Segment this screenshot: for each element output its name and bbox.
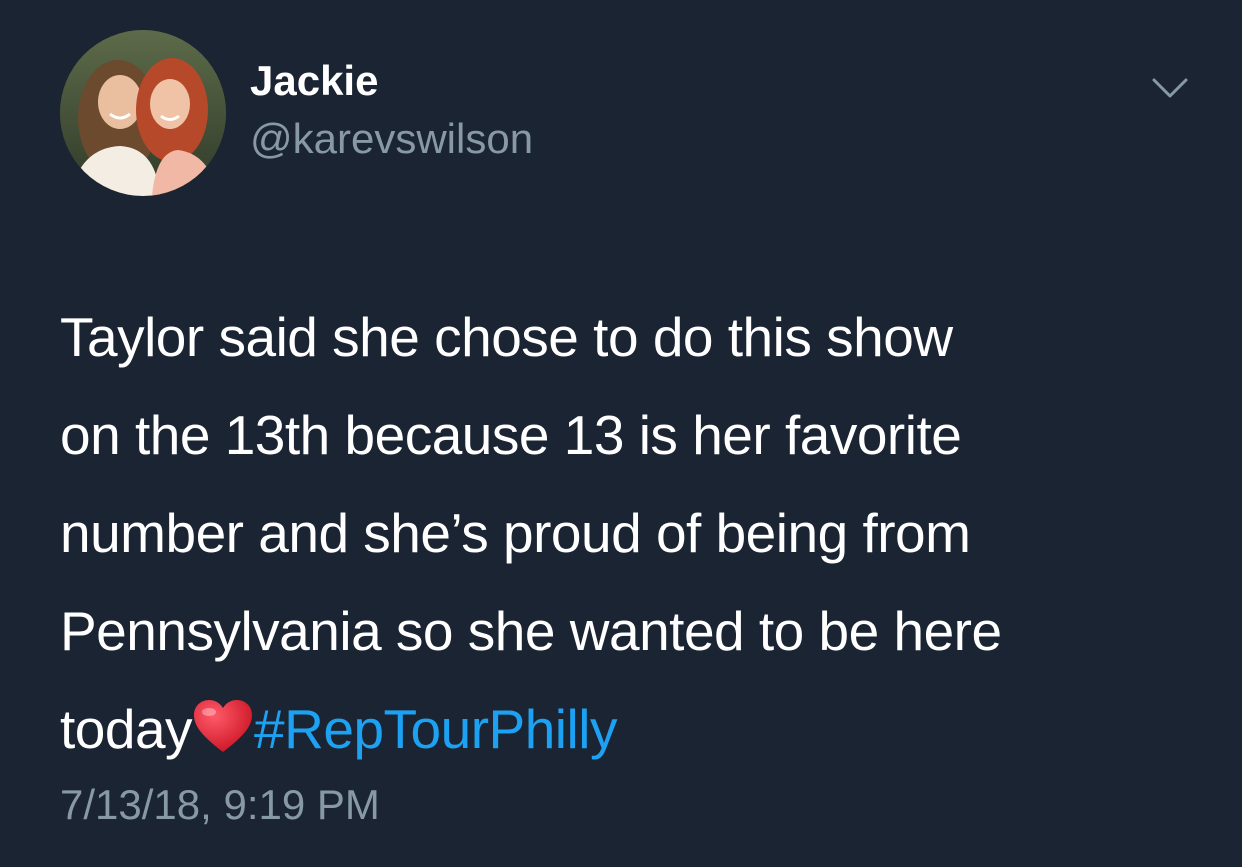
tweet-text-fragment: today [60,698,193,760]
avatar[interactable] [60,30,226,196]
tweet-text-line: Pennsylvania so she wanted to be here [60,600,1002,662]
tweet-text-line: on the 13th because 13 is her favorite [60,404,962,466]
more-options-button[interactable] [1150,74,1190,102]
tweet-text-last-line: today #RepTourPhilly [60,680,1210,778]
user-handle[interactable]: @karevswilson [250,114,533,164]
tweet-timestamp[interactable]: 7/13/18, 9:19 PM [60,780,380,830]
heart-emoji-icon [194,700,253,752]
chevron-down-icon [1152,78,1188,98]
tweet-text: Taylor said she chose to do this show on… [60,288,1210,778]
display-name[interactable]: Jackie [250,56,378,106]
tweet-text-line: number and she’s proud of being from [60,502,971,564]
hashtag-link[interactable]: #RepTourPhilly [254,698,617,760]
tweet-card: Jackie @karevswilson Taylor said she cho… [0,0,1242,867]
profile-photo-icon [60,30,226,196]
tweet-text-line: Taylor said she chose to do this show [60,306,953,368]
